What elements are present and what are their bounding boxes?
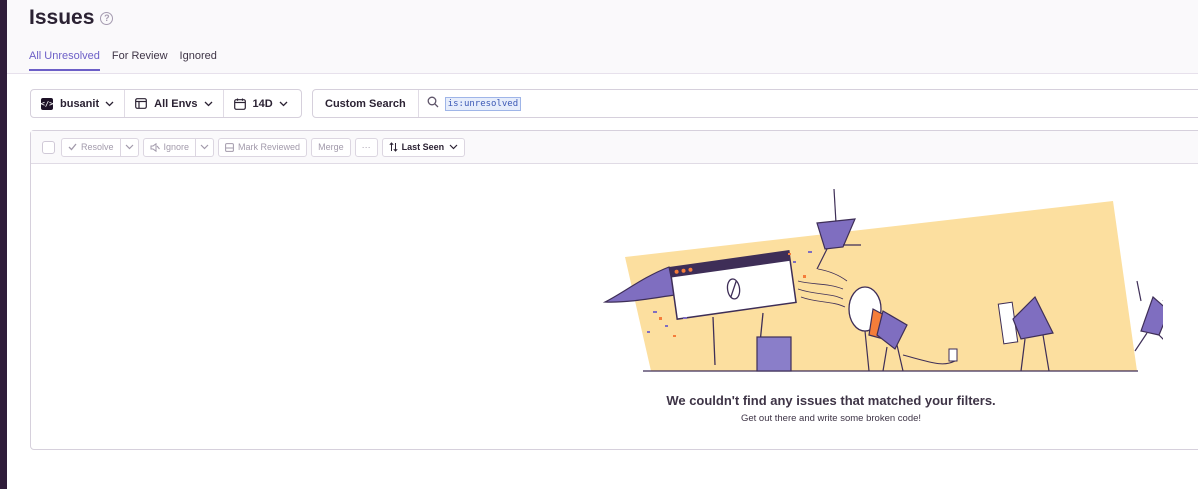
search-input[interactable]: is:unresolved — [419, 95, 522, 113]
chevron-down-icon — [125, 142, 134, 152]
ignore-label: Ignore — [163, 142, 190, 152]
search-icon — [427, 95, 439, 113]
empty-state-subtitle: Get out there and write some broken code… — [740, 413, 922, 424]
project-name: busanit — [60, 97, 100, 110]
window-icon — [135, 98, 148, 109]
issues-panel: Resolve Ignore Mark Reviewed Merge ··· L… — [30, 130, 1198, 450]
calendar-icon — [233, 98, 246, 110]
sort-icon — [389, 142, 398, 152]
date-range-label: 14D — [252, 97, 273, 110]
environment-label: All Envs — [154, 97, 198, 110]
project-selector[interactable]: </> busanit — [31, 90, 126, 117]
page-filter-bar: </> busanit All Envs 14D — [30, 89, 302, 118]
tab-all-unresolved[interactable]: All Unresolved — [29, 50, 100, 71]
sort-label: Last Seen — [401, 142, 445, 152]
project-icon: </> — [40, 97, 54, 110]
mark-reviewed-button[interactable]: Mark Reviewed — [218, 137, 308, 157]
inbox-icon — [225, 142, 234, 152]
empty-state-title: We couldn't find any issues that matched… — [666, 393, 996, 408]
chevron-down-icon — [105, 101, 114, 107]
empty-state-illustration — [602, 185, 1178, 380]
search-query-token[interactable]: is:unresolved — [444, 96, 522, 111]
search-bar: Custom Search is:unresolved — [312, 89, 1198, 118]
issue-tabs: All Unresolved For Review Ignored — [29, 50, 229, 71]
issue-actions-toolbar: Resolve Ignore Mark Reviewed Merge ··· L… — [31, 131, 1198, 164]
date-range-selector[interactable]: 14D — [224, 90, 298, 117]
app-sidebar-edge — [0, 0, 7, 489]
question-circle-icon[interactable]: ? — [100, 11, 114, 25]
ignore-button[interactable]: Ignore — [142, 137, 197, 157]
select-all-checkbox[interactable] — [42, 140, 55, 154]
more-actions-button[interactable]: ··· — [354, 137, 378, 157]
title-row: Issues ? — [29, 6, 114, 30]
page-header: Issues ? All Unresolved For Review Ignor… — [7, 0, 1198, 74]
chevron-down-icon — [279, 101, 288, 107]
custom-search-button[interactable]: Custom Search — [313, 90, 419, 117]
tab-ignored[interactable]: Ignored — [180, 50, 217, 71]
resolve-dropdown-button[interactable] — [120, 137, 139, 157]
page-title: Issues — [29, 6, 95, 29]
chevron-down-icon — [200, 142, 209, 152]
merge-button[interactable]: Merge — [311, 137, 351, 157]
chevron-down-icon — [204, 101, 213, 107]
chevron-down-icon — [449, 144, 458, 150]
sort-selector[interactable]: Last Seen — [381, 137, 466, 157]
resolve-label: Resolve — [81, 142, 114, 152]
ignore-dropdown-button[interactable] — [196, 137, 215, 157]
resolve-button[interactable]: Resolve — [61, 137, 121, 157]
environment-selector[interactable]: All Envs — [125, 90, 224, 117]
mark-reviewed-label: Mark Reviewed — [238, 142, 301, 152]
tab-for-review[interactable]: For Review — [112, 50, 168, 71]
checkmark-icon — [68, 143, 77, 151]
mute-icon — [150, 142, 160, 152]
